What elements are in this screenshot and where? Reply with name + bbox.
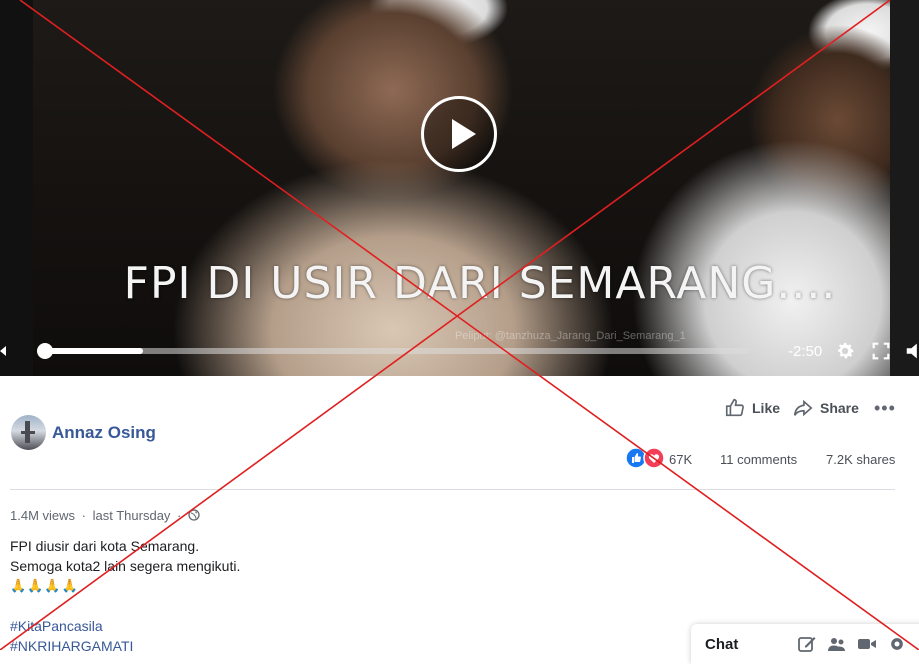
divider [10, 489, 895, 490]
fullscreen-icon[interactable] [870, 340, 892, 362]
play-button[interactable] [421, 96, 497, 172]
author-name[interactable]: Annaz Osing [52, 423, 156, 443]
video-letterbox-left [0, 0, 33, 376]
post-timestamp[interactable]: last Thursday [93, 508, 171, 523]
video-watermark: Peliput: @tanzhuza_Jarang_Dari_Semarang_… [455, 330, 686, 342]
chat-settings-icon[interactable] [887, 634, 907, 654]
volume-icon[interactable] [904, 340, 919, 362]
hashtag-link[interactable]: #NKRIHARGAMATI [10, 636, 240, 656]
post-body: FPI diusir dari kota Semarang. Semoga ko… [10, 536, 240, 656]
reaction-count[interactable]: 67K [669, 452, 692, 467]
meta-separator-2: · [177, 508, 182, 523]
video-caption: FPI DI USIR DARI SEMARANG.... [123, 258, 837, 309]
comment-count[interactable]: 11 comments [720, 452, 797, 467]
post-text-line: FPI diusir dari kota Semarang. [10, 538, 200, 554]
group-icon[interactable] [827, 634, 847, 654]
chat-bar[interactable]: Chat [691, 624, 919, 664]
author-avatar[interactable] [11, 415, 46, 450]
praying-hands-emoji: 🙏🙏🙏🙏 [10, 578, 79, 593]
globe-icon[interactable] [188, 509, 200, 521]
like-label: Like [752, 400, 781, 416]
share-button[interactable]: Share [792, 397, 859, 419]
share-count[interactable]: 7.2K shares [826, 452, 895, 467]
hashtag-link[interactable]: #KitaPancasila [10, 616, 240, 636]
share-arrow-icon [793, 399, 813, 417]
video-player[interactable]: FPI DI USIR DARI SEMARANG.... Peliput: @… [0, 0, 919, 376]
previous-arrow-icon[interactable] [0, 346, 6, 356]
meta-separator: · [81, 508, 86, 523]
progress-handle[interactable] [37, 343, 53, 359]
play-icon [452, 119, 476, 149]
post-text-line: Semoga kota2 lain segera mengikuti. [10, 558, 241, 574]
time-remaining: -2:50 [788, 343, 823, 360]
reaction-icons[interactable] [625, 447, 665, 469]
chat-label[interactable]: Chat [705, 636, 738, 653]
video-letterbox-right [890, 0, 919, 376]
video-frame[interactable] [33, 0, 890, 376]
thumbs-up-icon [725, 398, 744, 417]
avatar-image [21, 421, 35, 443]
share-label: Share [820, 400, 859, 416]
video-call-icon[interactable] [857, 634, 877, 654]
like-button[interactable]: Like [724, 397, 780, 419]
view-count: 1.4M views [10, 508, 76, 523]
post-meta: 1.4M views · last Thursday · [10, 508, 200, 523]
new-message-icon[interactable] [797, 634, 817, 654]
progress-bar[interactable] [44, 348, 749, 354]
settings-gear-icon[interactable] [834, 340, 856, 362]
more-options-button[interactable]: ••• [874, 398, 896, 419]
progress-bar-fill [44, 348, 143, 354]
